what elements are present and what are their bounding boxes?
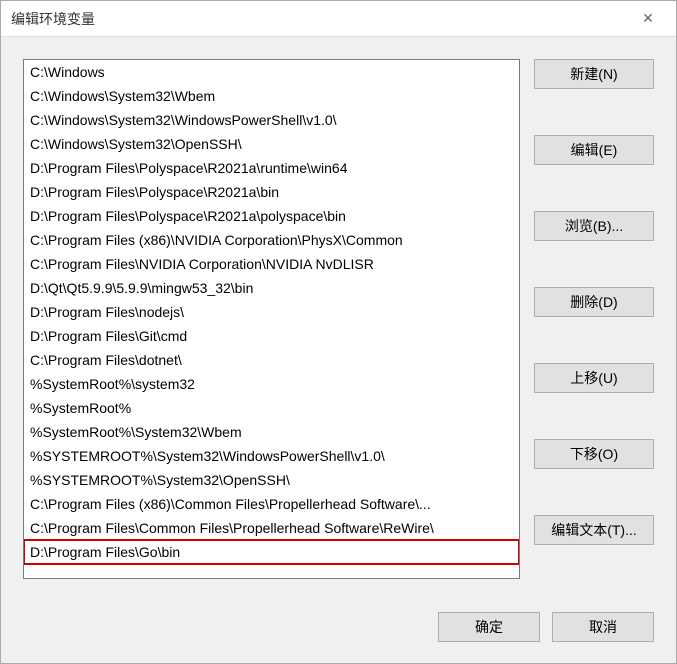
list-wrap: C:\WindowsC:\Windows\System32\WbemC:\Win… bbox=[23, 59, 520, 591]
new-button[interactable]: 新建(N) bbox=[534, 59, 654, 89]
side-buttons: 新建(N) 编辑(E) 浏览(B)... 删除(D) 上移(U) 下移(O) 编… bbox=[534, 59, 654, 591]
list-item[interactable]: %SystemRoot%\system32 bbox=[24, 372, 519, 396]
browse-button[interactable]: 浏览(B)... bbox=[534, 211, 654, 241]
list-item[interactable]: C:\Program Files\Common Files\Propellerh… bbox=[24, 516, 519, 540]
dialog-content: C:\WindowsC:\Windows\System32\WbemC:\Win… bbox=[1, 37, 676, 591]
list-item[interactable]: D:\Program Files\Polyspace\R2021a\runtim… bbox=[24, 156, 519, 180]
path-listbox[interactable]: C:\WindowsC:\Windows\System32\WbemC:\Win… bbox=[23, 59, 520, 579]
list-item[interactable]: D:\Program Files\Polyspace\R2021a\bin bbox=[24, 180, 519, 204]
list-item[interactable]: C:\Windows\System32\Wbem bbox=[24, 84, 519, 108]
list-item[interactable]: %SYSTEMROOT%\System32\WindowsPowerShell\… bbox=[24, 444, 519, 468]
list-item[interactable]: C:\Windows\System32\OpenSSH\ bbox=[24, 132, 519, 156]
delete-button[interactable]: 删除(D) bbox=[534, 287, 654, 317]
cancel-button[interactable]: 取消 bbox=[552, 612, 654, 642]
list-item[interactable]: C:\Windows\System32\WindowsPowerShell\v1… bbox=[24, 108, 519, 132]
ok-button[interactable]: 确定 bbox=[438, 612, 540, 642]
list-item[interactable]: C:\Program Files (x86)\Common Files\Prop… bbox=[24, 492, 519, 516]
env-var-dialog: 编辑环境变量 ✕ C:\WindowsC:\Windows\System32\W… bbox=[0, 0, 677, 664]
dialog-footer: 确定 取消 bbox=[1, 591, 676, 663]
list-item[interactable]: %SYSTEMROOT%\System32\OpenSSH\ bbox=[24, 468, 519, 492]
move-down-button[interactable]: 下移(O) bbox=[534, 439, 654, 469]
list-item[interactable]: %SystemRoot% bbox=[24, 396, 519, 420]
list-item[interactable]: C:\Program Files\dotnet\ bbox=[24, 348, 519, 372]
list-item[interactable]: C:\Program Files (x86)\NVIDIA Corporatio… bbox=[24, 228, 519, 252]
edit-button[interactable]: 编辑(E) bbox=[534, 135, 654, 165]
edit-text-button[interactable]: 编辑文本(T)... bbox=[534, 515, 654, 545]
move-up-button[interactable]: 上移(U) bbox=[534, 363, 654, 393]
list-item[interactable]: D:\Program Files\nodejs\ bbox=[24, 300, 519, 324]
list-item[interactable]: %SystemRoot%\System32\Wbem bbox=[24, 420, 519, 444]
dialog-title: 编辑环境变量 bbox=[11, 9, 95, 29]
titlebar: 编辑环境变量 ✕ bbox=[1, 1, 676, 37]
list-item[interactable]: C:\Windows bbox=[24, 60, 519, 84]
list-item[interactable]: D:\Program Files\Polyspace\R2021a\polysp… bbox=[24, 204, 519, 228]
list-item[interactable]: D:\Program Files\Go\bin bbox=[24, 540, 519, 564]
close-icon[interactable]: ✕ bbox=[632, 7, 664, 31]
list-item[interactable]: D:\Qt\Qt5.9.9\5.9.9\mingw53_32\bin bbox=[24, 276, 519, 300]
list-item[interactable]: D:\Program Files\Git\cmd bbox=[24, 324, 519, 348]
list-item[interactable]: C:\Program Files\NVIDIA Corporation\NVID… bbox=[24, 252, 519, 276]
